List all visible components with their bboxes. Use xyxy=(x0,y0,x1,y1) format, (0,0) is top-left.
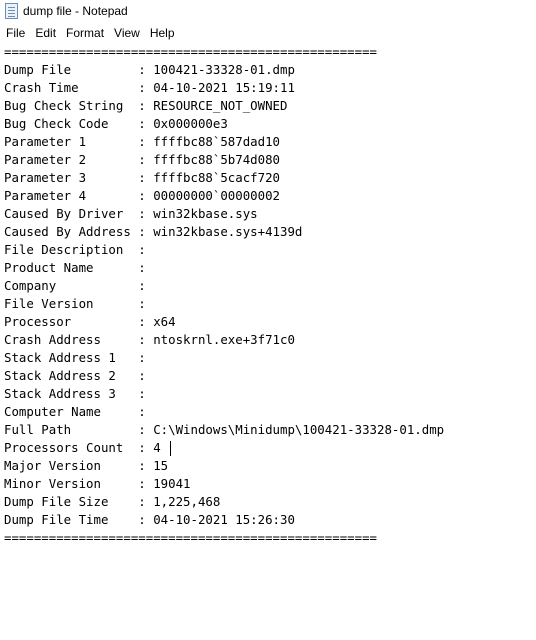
text-line[interactable]: Minor Version : 19041 xyxy=(4,475,536,493)
text-line[interactable]: Parameter 3 : ffffbc88`5cacf720 xyxy=(4,169,536,187)
text-caret xyxy=(170,441,171,456)
window-title: dump file - Notepad xyxy=(23,4,128,18)
text-line[interactable]: Stack Address 1 : xyxy=(4,349,536,367)
text-line[interactable]: Bug Check String : RESOURCE_NOT_OWNED xyxy=(4,97,536,115)
text-line[interactable]: Processor : x64 xyxy=(4,313,536,331)
menu-edit[interactable]: Edit xyxy=(30,24,61,42)
text-line[interactable]: Crash Address : ntoskrnl.exe+3f71c0 xyxy=(4,331,536,349)
text-line[interactable]: Caused By Address : win32kbase.sys+4139d xyxy=(4,223,536,241)
text-line[interactable]: Parameter 4 : 00000000`00000002 xyxy=(4,187,536,205)
text-line[interactable]: Parameter 1 : ffffbc88`587dad10 xyxy=(4,133,536,151)
text-line[interactable]: Dump File Time : 04-10-2021 15:26:30 xyxy=(4,511,536,529)
notepad-icon xyxy=(5,3,18,19)
menu-help[interactable]: Help xyxy=(145,24,180,42)
menu-format[interactable]: Format xyxy=(61,24,109,42)
text-line[interactable]: Parameter 2 : ffffbc88`5b74d080 xyxy=(4,151,536,169)
text-line[interactable]: File Description : xyxy=(4,241,536,259)
text-editor[interactable]: ========================================… xyxy=(4,43,536,640)
text-line[interactable]: Full Path : C:\Windows\Minidump\100421-3… xyxy=(4,421,536,439)
text-line[interactable]: Company : xyxy=(4,277,536,295)
text-line[interactable]: Major Version : 15 xyxy=(4,457,536,475)
text-line[interactable]: Dump File : 100421-33328-01.dmp xyxy=(4,61,536,79)
text-line[interactable]: Dump File Size : 1,225,468 xyxy=(4,493,536,511)
text-line[interactable]: Caused By Driver : win32kbase.sys xyxy=(4,205,536,223)
text-line[interactable]: ========================================… xyxy=(4,43,536,61)
text-line[interactable]: Product Name : xyxy=(4,259,536,277)
menu-file[interactable]: File xyxy=(0,24,30,42)
text-line[interactable]: File Version : xyxy=(4,295,536,313)
text-line[interactable]: Computer Name : xyxy=(4,403,536,421)
menu-view[interactable]: View xyxy=(109,24,145,42)
text-line[interactable]: Stack Address 2 : xyxy=(4,367,536,385)
title-bar[interactable]: dump file - Notepad xyxy=(0,0,536,22)
text-line[interactable]: Crash Time : 04-10-2021 15:19:11 xyxy=(4,79,536,97)
text-line[interactable]: Bug Check Code : 0x000000e3 xyxy=(4,115,536,133)
text-line[interactable]: ========================================… xyxy=(4,529,536,547)
text-line[interactable]: Processors Count : 4 xyxy=(4,439,536,457)
menu-bar: File Edit Format View Help xyxy=(0,24,180,42)
text-line[interactable]: Stack Address 3 : xyxy=(4,385,536,403)
